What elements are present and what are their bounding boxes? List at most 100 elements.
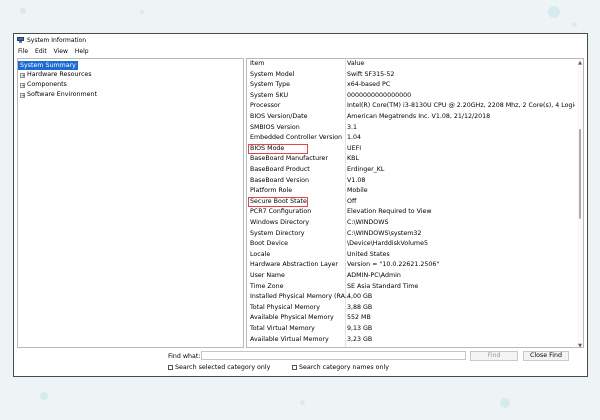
table-row[interactable]: System SKU 0000000000000000	[247, 91, 577, 102]
row-value: United States	[347, 250, 390, 258]
row-item: BaseBoard Version	[250, 176, 309, 184]
table-row[interactable]: SMBIOS Version 3.1	[247, 123, 577, 134]
table-row[interactable]: System Model Swift SF315-52	[247, 70, 577, 81]
table-row[interactable]: Embedded Controller Version 1.04	[247, 133, 577, 144]
table-row[interactable]: Boot Device \Device\HarddiskVolume5	[247, 239, 577, 250]
table-row[interactable]: Platform Role Mobile	[247, 186, 577, 197]
tree-item-label: Components	[27, 81, 67, 88]
row-item: BaseBoard Product	[250, 166, 310, 173]
checkbox-icon[interactable]	[292, 365, 297, 370]
row-item: PCR7 Configuration	[250, 208, 312, 216]
table-row[interactable]: Total Virtual Memory 9,13 GB	[247, 324, 577, 335]
system-information-icon	[17, 37, 24, 43]
find-bar: Find what: Find Close Find Search select…	[14, 350, 587, 376]
tree-item-label: System Summary	[18, 60, 78, 70]
window-title: System Information	[27, 36, 87, 44]
table-row[interactable]: Installed Physical Memory (RA... 4,00 GB	[247, 292, 577, 303]
find-button[interactable]: Find	[470, 351, 518, 361]
table-row[interactable]: BIOS Mode UEFI	[247, 143, 577, 155]
row-value: KBL	[347, 155, 359, 163]
title-bar: System Information	[14, 34, 587, 46]
row-item: Total Physical Memory	[250, 303, 320, 311]
expand-plus-icon[interactable]: +	[20, 92, 25, 98]
table-row[interactable]: System Directory C:\WINDOWS\system32	[247, 229, 577, 240]
search-selected-category-checkbox[interactable]: Search selected category only	[168, 364, 270, 371]
background-dot	[300, 400, 305, 405]
table-row[interactable]: BaseBoard Product Erdinger_KL	[247, 165, 577, 176]
header-item: Item	[250, 60, 265, 67]
background-dot	[140, 10, 144, 14]
table-row[interactable]: Available Virtual Memory 3,23 GB	[247, 335, 577, 346]
table-row[interactable]: PCR7 Configuration Elevation Required to …	[247, 207, 577, 218]
row-item: Installed Physical Memory (RA...	[250, 293, 351, 301]
row-item: Embedded Controller Version	[250, 134, 342, 142]
background-dot	[20, 8, 26, 14]
table-row[interactable]: BIOS Version/Date American Megatrends Inc…	[247, 112, 577, 123]
table-row[interactable]: Time Zone SE Asia Standard Time	[247, 282, 577, 293]
find-input[interactable]	[201, 351, 466, 360]
expand-plus-icon[interactable]: +	[20, 82, 25, 88]
row-value: ADMIN-PC\Admin	[347, 272, 401, 279]
background-dot	[548, 6, 560, 18]
row-item: Processor	[250, 102, 281, 110]
scroll-up-icon[interactable]: ▲	[578, 60, 582, 66]
row-item: System SKU	[250, 91, 289, 99]
search-category-names-checkbox[interactable]: Search category names only	[292, 364, 389, 371]
row-value: x64-based PC	[347, 81, 391, 89]
checkbox-icon[interactable]	[168, 365, 173, 370]
category-tree[interactable]: System Summary + Hardware Resources + Compon…	[17, 58, 244, 348]
expand-plus-icon[interactable]: +	[20, 72, 25, 78]
row-value: Swift SF315-52	[347, 70, 395, 78]
row-item: Time Zone	[250, 282, 284, 290]
table-row[interactable]: BaseBoard Manufacturer KBL	[247, 154, 577, 165]
tree-item-hardware-resources[interactable]: + Hardware Resources	[18, 70, 243, 80]
highlight-box	[248, 196, 308, 208]
row-value: C:\WINDOWS	[347, 219, 389, 226]
search-selected-category-label: Search selected category only	[175, 364, 271, 371]
table-row[interactable]: BaseBoard Version V1.08	[247, 176, 577, 187]
menu-file[interactable]: File	[18, 48, 28, 55]
row-value: 4,00 GB	[347, 293, 373, 301]
row-value: Elevation Required to View	[347, 208, 432, 216]
close-find-button[interactable]: Close Find	[523, 351, 569, 361]
scrollbar-thumb[interactable]	[579, 129, 581, 219]
row-value: UEFI	[347, 144, 362, 152]
row-item: Hardware Abstraction Layer	[250, 261, 338, 269]
details-table[interactable]: ▲ ▼ Item Value System Model Swift SF315-52 S…	[246, 58, 584, 348]
row-item: Boot Device	[250, 240, 289, 248]
table-row[interactable]: User Name ADMIN-PC\Admin	[247, 271, 577, 282]
tree-item-label: Hardware Resources	[27, 71, 92, 78]
system-information-window: System Information File Edit View Help S…	[13, 33, 588, 377]
vertical-scrollbar[interactable]: ▲ ▼	[577, 59, 583, 347]
search-category-names-label: Search category names only	[299, 364, 389, 371]
row-item: Windows Directory	[250, 219, 310, 226]
menu-bar: File Edit View Help	[14, 46, 587, 56]
row-value: 0000000000000000	[347, 91, 412, 99]
background-dot	[572, 22, 577, 27]
table-row[interactable]: Secure Boot State Off	[247, 196, 577, 208]
row-value: \Device\HarddiskVolume5	[347, 240, 428, 248]
table-row[interactable]: System Type x64-based PC	[247, 80, 577, 91]
table-row[interactable]: Total Physical Memory 3,88 GB	[247, 303, 577, 314]
tree-item-components[interactable]: + Components	[18, 80, 243, 90]
row-value: SE Asia Standard Time	[347, 282, 419, 290]
menu-help[interactable]: Help	[75, 48, 89, 55]
background-dot	[40, 392, 48, 400]
table-row[interactable]: Available Physical Memory 552 MB	[247, 313, 577, 324]
table-row[interactable]: Locale United States	[247, 250, 577, 261]
row-item: Available Physical Memory	[250, 314, 334, 322]
row-value: 552 MB	[347, 314, 371, 322]
table-row[interactable]: Processor Intel(R) Core(TM) i3-8130U CPU …	[247, 101, 577, 112]
row-item: Platform Role	[250, 187, 293, 195]
tree-item-label: Software Environment	[27, 91, 97, 98]
menu-edit[interactable]: Edit	[35, 48, 47, 55]
tree-item-system-summary[interactable]: System Summary	[18, 60, 243, 70]
menu-view[interactable]: View	[54, 48, 68, 55]
row-value: Erdinger_KL	[347, 166, 385, 173]
background-dot	[500, 398, 510, 408]
scroll-down-icon[interactable]: ▼	[578, 343, 582, 347]
tree-item-software-environment[interactable]: + Software Environment	[18, 90, 243, 100]
table-row[interactable]: Hardware Abstraction Layer Version = "10.…	[247, 260, 577, 271]
table-row[interactable]: Windows Directory C:\WINDOWS	[247, 218, 577, 229]
row-value: Version = "10.0.22621.2506"	[347, 261, 440, 269]
